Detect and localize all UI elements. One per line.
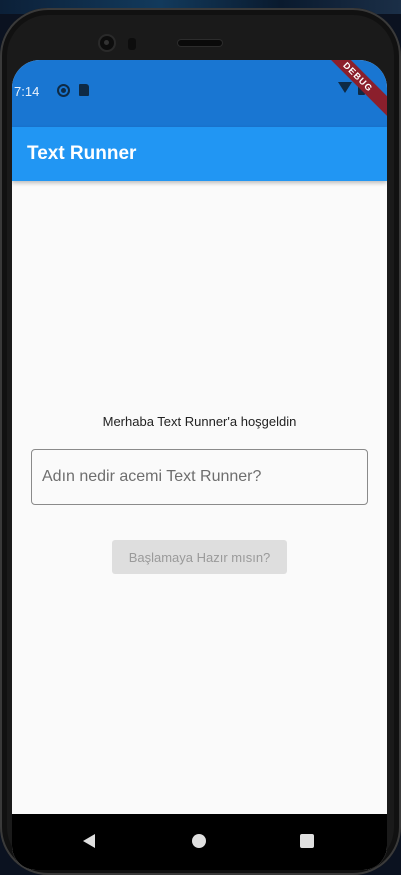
app-title: Text Runner [27, 143, 137, 164]
recents-icon[interactable] [300, 834, 314, 848]
sensor-icon [128, 38, 136, 50]
start-button[interactable]: Başlamaya Hazır mısın? [112, 540, 287, 574]
back-icon[interactable] [83, 834, 95, 848]
app-bar: Text Runner [12, 127, 387, 181]
phone-frame: 7:14 DEBUG Text Runner Merhaba Text Runn… [0, 8, 401, 875]
phone-bezel-top [0, 8, 401, 68]
status-time: 7:14 [14, 84, 40, 99]
name-input[interactable] [31, 449, 368, 505]
home-icon[interactable] [192, 834, 206, 848]
front-camera-icon [100, 36, 114, 50]
status-bar: 7:14 DEBUG [12, 60, 387, 127]
sync-icon [57, 84, 70, 97]
wifi-icon [338, 82, 352, 93]
device-screen: 7:14 DEBUG Text Runner Merhaba Text Runn… [12, 60, 387, 870]
greeting-text: Merhaba Text Runner'a hoşgeldin [102, 414, 297, 429]
earpiece-speaker [178, 40, 222, 46]
sd-card-icon [79, 84, 89, 96]
navigation-bar [12, 814, 387, 870]
